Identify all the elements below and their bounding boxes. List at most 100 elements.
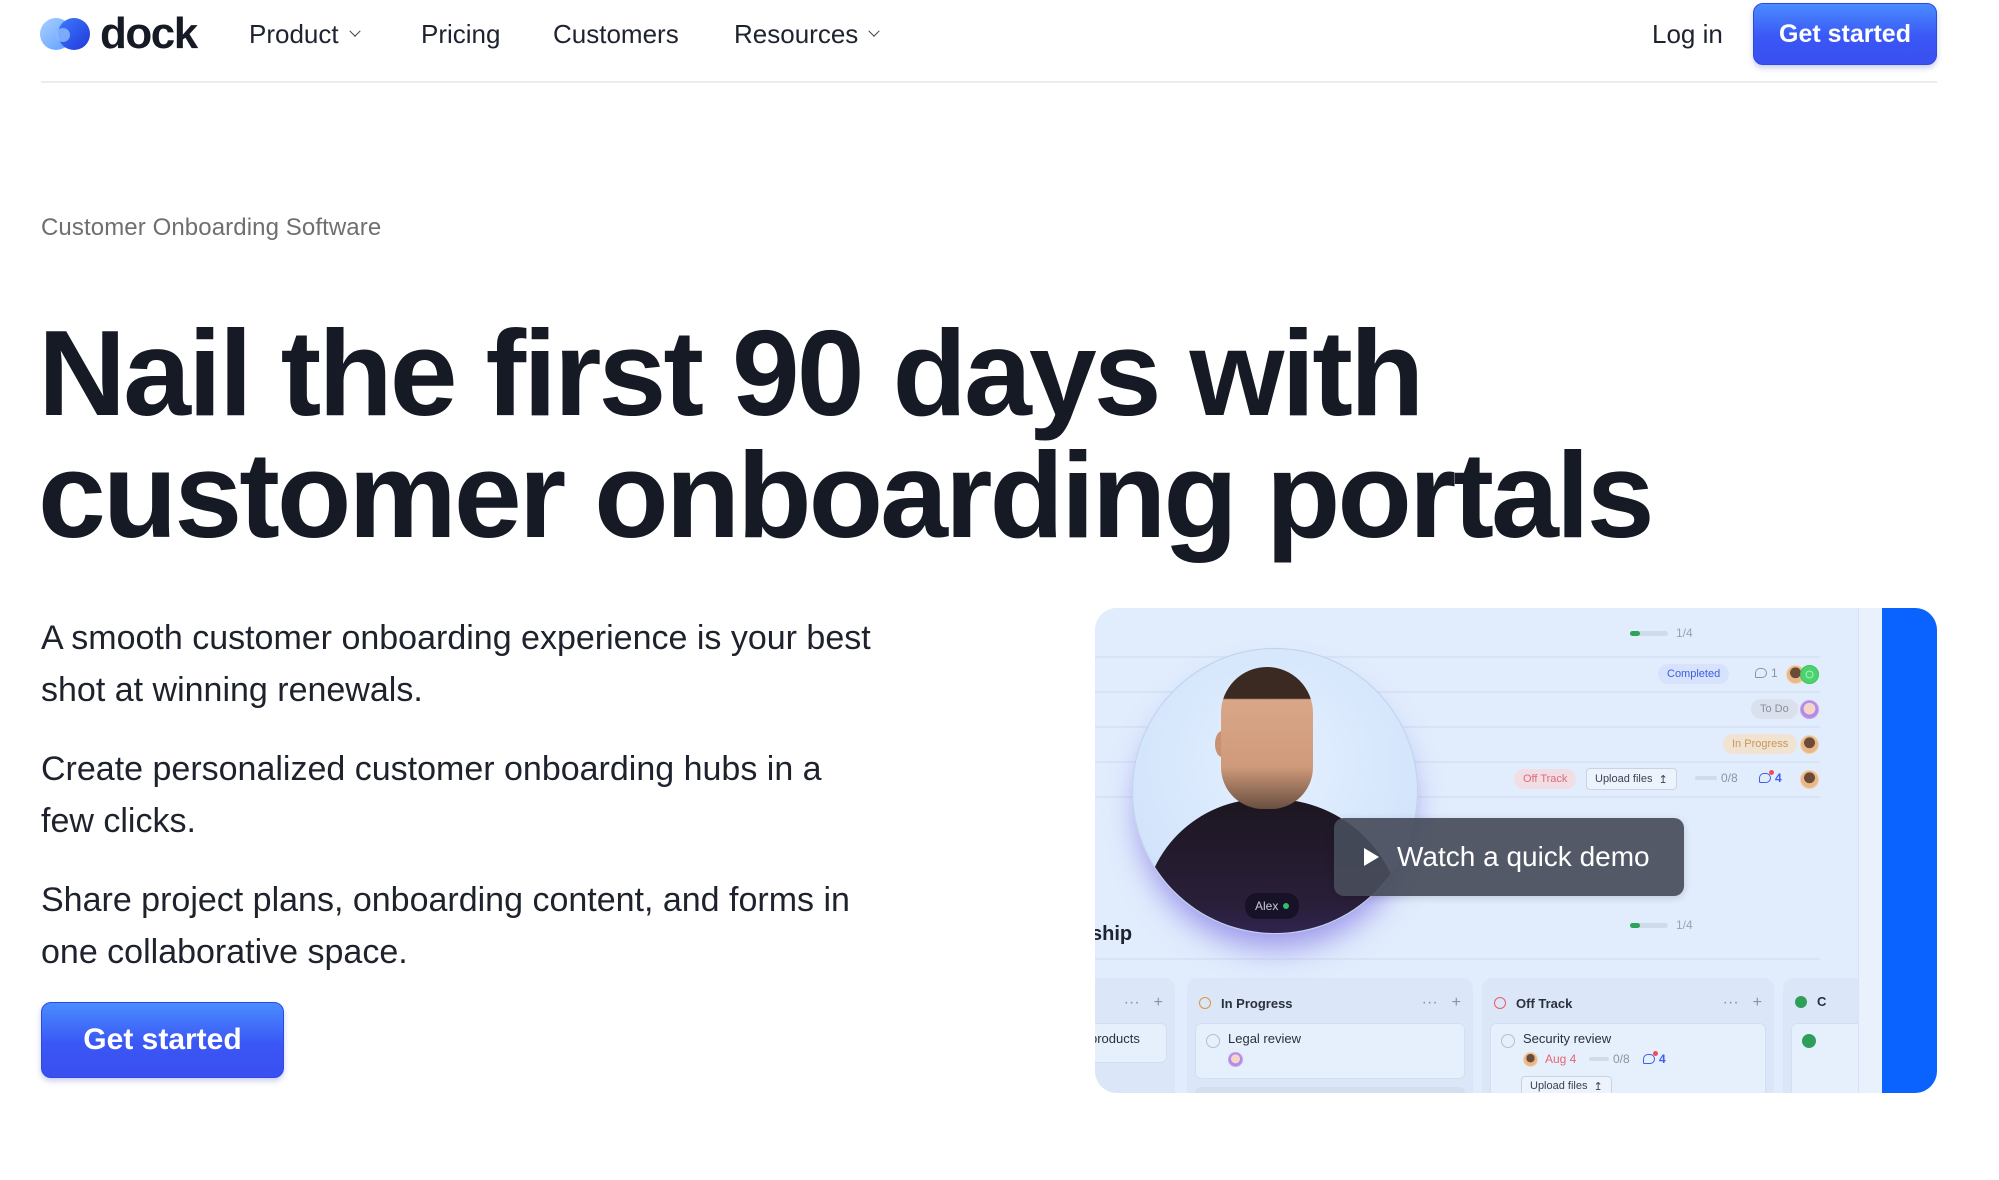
headline-line-2: customer onboarding portals: [38, 427, 1655, 563]
progress-label: 1/4: [1676, 626, 1693, 640]
hero-paragraph-3: Share project plans, onboarding content,…: [41, 881, 850, 971]
hero-get-started-button[interactable]: Get started: [41, 1002, 284, 1078]
task-title: products: [1095, 1031, 1140, 1046]
upload-icon: ↥: [1658, 773, 1668, 786]
logo[interactable]: dock: [40, 9, 198, 58]
task-card[interactable]: Security review Aug 4 0/8 4 Upload files…: [1490, 1023, 1766, 1093]
avatar: [1800, 700, 1819, 719]
upload-icon: ↥: [1593, 1080, 1603, 1093]
board-column-in-progress: In Progress ··· + Legal review + Add task: [1187, 978, 1473, 1093]
nav-product-label: Product: [249, 18, 339, 49]
progress-label: 1/4: [1676, 918, 1693, 932]
column-title: C: [1817, 994, 1827, 1009]
more-icon[interactable]: ···: [1422, 994, 1438, 1012]
page-title: Nail the first 90 days with customer onb…: [38, 312, 1938, 556]
row-divider: [1095, 958, 1820, 960]
add-task-button[interactable]: + Add task: [1195, 1087, 1465, 1093]
task-card[interactable]: products: [1095, 1023, 1167, 1063]
nav-resources-label: Resources: [734, 18, 859, 49]
presenter-name: Alex: [1255, 899, 1279, 913]
due-date: Aug 4: [1545, 1052, 1577, 1066]
panel-divider: [1858, 608, 1882, 1093]
column-title: Off Track: [1516, 995, 1573, 1011]
comment-count-label: 1: [1771, 666, 1778, 680]
play-icon: [1364, 848, 1379, 866]
section-title: ship: [1095, 923, 1133, 945]
presenter-head: [1221, 667, 1313, 809]
headline-line-1: Nail the first 90 days with: [38, 305, 1424, 441]
progress-track: [1630, 630, 1668, 636]
comment-count-label: 4: [1659, 1052, 1666, 1066]
task-checkbox[interactable]: [1501, 1034, 1515, 1048]
nav-customers[interactable]: Customers: [553, 14, 679, 54]
upload-files-label: Upload files: [1595, 773, 1653, 785]
comment-count: 4: [1759, 770, 1782, 785]
comment-icon: [1643, 1051, 1658, 1064]
comment-icon: [1759, 770, 1774, 783]
logo-text: dock: [100, 9, 198, 58]
avatar: [1800, 735, 1819, 754]
watch-demo-button[interactable]: Watch a quick demo: [1334, 818, 1684, 896]
progress-fill: [1630, 630, 1640, 636]
avatar: [1228, 1052, 1243, 1067]
column-actions[interactable]: ··· +: [1124, 994, 1163, 1012]
subtask-progress: 0/8: [1695, 771, 1738, 785]
dock-logo-icon: [40, 16, 92, 52]
task-title: Security review: [1523, 1031, 1612, 1046]
status-badge-in-progress: In Progress: [1723, 734, 1798, 754]
column-actions[interactable]: ··· +: [1422, 994, 1461, 1012]
plus-icon[interactable]: +: [1753, 994, 1762, 1012]
header-divider: [41, 81, 1937, 83]
login-link[interactable]: Log in: [1652, 14, 1723, 54]
nav-pricing-label: Pricing: [421, 18, 501, 49]
upload-files-button[interactable]: Upload files ↥: [1586, 768, 1677, 790]
board-column-off-track: Off Track ··· + Security review Aug 4 0/8…: [1482, 978, 1774, 1093]
top-progress: 1/4: [1630, 626, 1693, 640]
task-card[interactable]: Legal review: [1195, 1023, 1465, 1079]
comment-count-label: 4: [1775, 771, 1782, 785]
column-actions[interactable]: ··· +: [1723, 994, 1762, 1012]
demo-video-panel[interactable]: 1/4 Completed 1 To Do In Progress Off Tr…: [1095, 608, 1937, 1093]
nav-product[interactable]: Product: [249, 14, 361, 54]
status-dot-icon: [1283, 903, 1290, 909]
status-badge-completed: Completed: [1658, 664, 1730, 684]
completed-status-icon: [1795, 995, 1807, 1008]
progress-fill: [1630, 922, 1640, 928]
panel-accent-bar: [1882, 608, 1937, 1093]
column-title: In Progress: [1221, 995, 1293, 1011]
hero-paragraph-1: A smooth customer onboarding experience …: [41, 619, 871, 709]
progress-track: [1589, 1057, 1609, 1061]
plus-icon[interactable]: +: [1154, 994, 1163, 1012]
in-progress-status-icon: [1199, 997, 1211, 1009]
eyebrow-text: Customer Onboarding Software: [41, 214, 382, 241]
watch-demo-label: Watch a quick demo: [1397, 841, 1650, 872]
nav-pricing[interactable]: Pricing: [421, 14, 500, 54]
avatar: [1800, 770, 1819, 789]
comment-count: 4: [1643, 1051, 1666, 1066]
comment-icon: [1755, 668, 1767, 678]
column-header: In Progress ··· +: [1199, 994, 1461, 1012]
avatar: [1523, 1052, 1538, 1067]
app-preview: 1/4 Completed 1 To Do In Progress Off Tr…: [1095, 608, 1883, 1093]
task-checked-icon[interactable]: [1802, 1034, 1816, 1048]
column-header: Off Track ··· +: [1494, 994, 1762, 1012]
upload-files-label: Upload files: [1530, 1080, 1588, 1092]
task-checkbox[interactable]: [1206, 1034, 1220, 1048]
presenter-name-tag: Alex: [1245, 893, 1300, 919]
board-column: ··· + products: [1095, 978, 1175, 1093]
upload-files-button[interactable]: Upload files ↥: [1521, 1076, 1612, 1093]
status-badge-off-track: Off Track: [1514, 769, 1577, 789]
hero-paragraph-2: Create personalized customer onboarding …: [41, 750, 822, 840]
row-divider: [1095, 656, 1820, 658]
avatar: [1800, 665, 1819, 684]
more-icon[interactable]: ···: [1124, 994, 1140, 1012]
section-progress: 1/4: [1630, 918, 1693, 932]
subtask-progress-label: 0/8: [1721, 771, 1738, 785]
plus-icon[interactable]: +: [1452, 994, 1461, 1012]
subtask-progress-label: 0/8: [1613, 1052, 1630, 1066]
progress-track: [1630, 922, 1668, 928]
more-icon[interactable]: ···: [1723, 994, 1739, 1012]
header-get-started-button[interactable]: Get started: [1753, 3, 1937, 65]
nav-resources[interactable]: Resources: [734, 14, 880, 54]
off-track-status-icon: [1494, 997, 1506, 1009]
